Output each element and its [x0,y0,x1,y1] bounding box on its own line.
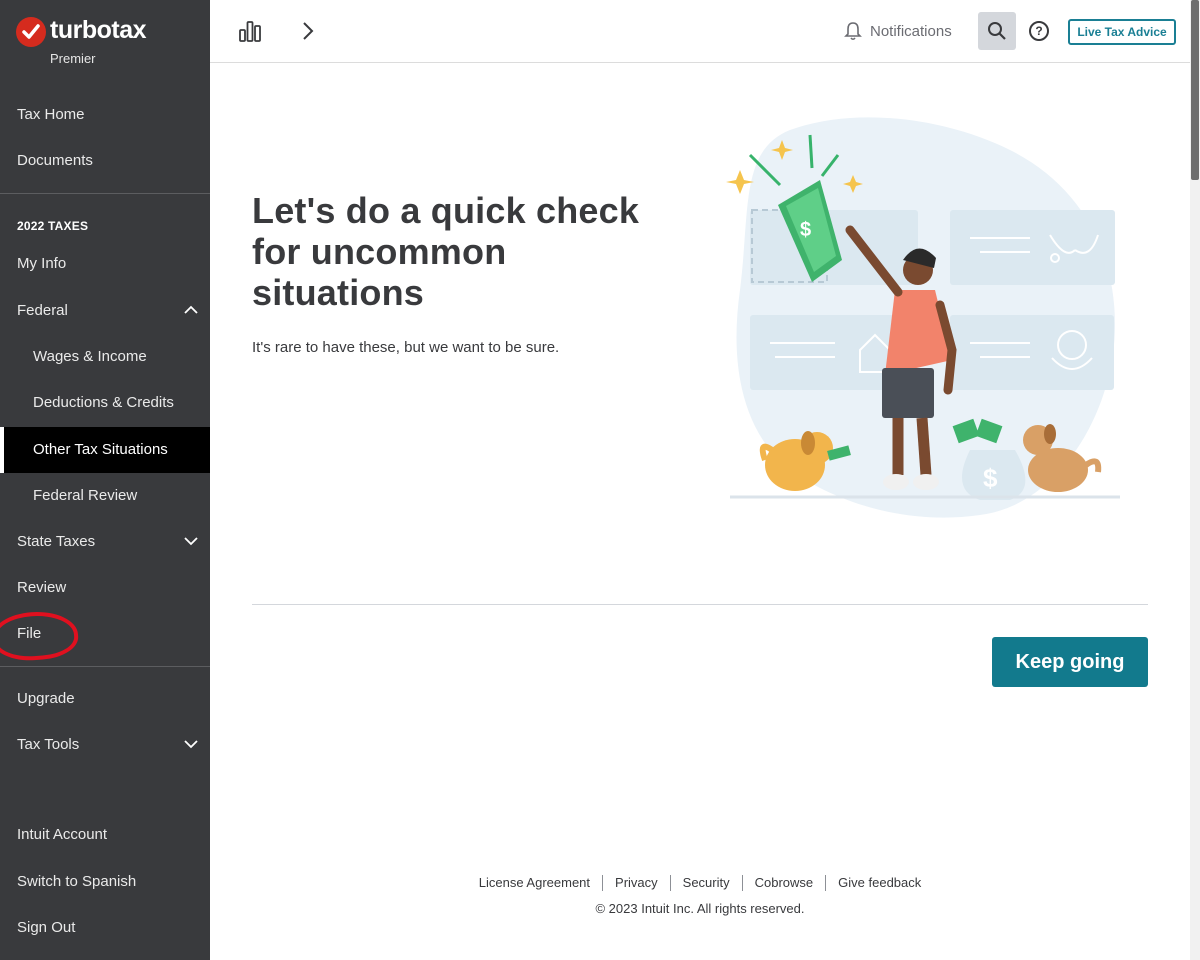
app-window: turbotax Premier Tax Home Documents 2022… [0,0,1200,960]
sidebar-item-intuit-account[interactable]: Intuit Account [0,812,210,858]
sidebar-divider [0,666,210,667]
scrollbar[interactable] [1190,0,1200,960]
sidebar-item-sign-out[interactable]: Sign Out [0,905,210,951]
chevron-up-icon [184,305,198,314]
footer-link-privacy[interactable]: Privacy [602,875,670,891]
sidebar-divider [0,193,210,194]
page-title: Let's do a quick check for uncommon situ… [252,190,640,313]
help-icon[interactable]: ? [1029,21,1049,41]
footer-link-give-feedback[interactable]: Give feedback [825,875,933,891]
sidebar-item-label: Tax Tools [17,736,80,753]
notifications-label: Notifications [870,22,952,40]
checkmark-icon [16,17,46,47]
sidebar-item-label: File [17,625,42,642]
progress-chart-icon[interactable] [238,18,262,44]
scrollbar-thumb[interactable] [1191,0,1199,180]
sidebar-item-my-info[interactable]: My Info [0,241,210,287]
sidebar-item-tax-home[interactable]: Tax Home [0,92,210,138]
sidebar-item-label: Sign Out [17,919,76,936]
svg-text:$: $ [800,219,811,241]
chevron-right-icon[interactable] [302,21,314,41]
search-button[interactable] [978,12,1016,50]
sidebar-item-tax-tools[interactable]: Tax Tools [0,722,210,768]
sidebar-item-label: Federal Review [33,487,138,504]
sidebar-item-documents[interactable]: Documents [0,138,210,184]
brand-name: turbotax [50,16,147,44]
sidebar-item-deductions-credits[interactable]: Deductions & Credits [0,380,210,426]
search-icon [988,22,1006,40]
bell-icon [844,22,862,41]
sidebar-item-label: Federal [17,302,68,319]
section-label-2022-taxes: 2022 TAXES [17,219,89,233]
chevron-down-icon [184,537,198,546]
page-subtitle: It's rare to have these, but we want to … [252,339,560,356]
sidebar-item-label: Switch to Spanish [17,873,137,890]
sidebar-item-review[interactable]: Review [0,565,210,611]
sidebar-item-label: Tax Home [17,106,85,123]
sidebar-item-upgrade[interactable]: Upgrade [0,676,210,722]
sidebar-item-federal-review[interactable]: Federal Review [0,473,210,519]
sidebar-item-label: State Taxes [17,533,96,550]
sidebar-item-label: Review [17,579,67,596]
notifications-button[interactable]: Notifications [844,18,952,44]
sidebar-item-state-taxes[interactable]: State Taxes [0,519,210,565]
svg-text:$: $ [983,463,998,493]
footer-link-cobrowse[interactable]: Cobrowse [741,875,826,891]
sidebar-item-label: Deductions & Credits [33,394,174,411]
sidebar-item-label: Intuit Account [17,826,108,843]
sidebar-item-label: Documents [17,152,93,169]
sidebar-item-wages-income[interactable]: Wages & Income [0,334,210,380]
top-header: Notifications ? Live Tax Advice [210,0,1190,63]
sidebar-item-label: My Info [17,255,67,272]
sidebar-item-switch-to-spanish[interactable]: Switch to Spanish [0,859,210,905]
sidebar-item-label: Upgrade [17,690,75,707]
footer-link-security[interactable]: Security [669,875,742,891]
turbotax-logo[interactable]: turbotax Premier [16,16,206,76]
footer-links: License Agreement Privacy Security Cobro… [465,875,935,891]
sidebar-item-file[interactable]: File [0,611,210,657]
content-divider [252,604,1148,605]
keep-going-button[interactable]: Keep going [992,637,1148,687]
sidebar: turbotax Premier Tax Home Documents 2022… [0,0,210,960]
sidebar-item-other-tax-situations[interactable]: Other Tax Situations [0,427,210,473]
chevron-down-icon [184,740,198,749]
sidebar-item-label: Wages & Income [33,348,147,365]
sidebar-item-federal[interactable]: Federal [0,288,210,334]
footer-link-license-agreement[interactable]: License Agreement [467,875,602,891]
copyright-text: © 2023 Intuit Inc. All rights reserved. [595,901,805,916]
live-tax-advice-button[interactable]: Live Tax Advice [1068,19,1176,45]
uncommon-situations-illustration: $ $ [726,117,1120,518]
sidebar-item-label: Other Tax Situations [33,441,168,458]
brand-edition: Premier [50,51,96,66]
